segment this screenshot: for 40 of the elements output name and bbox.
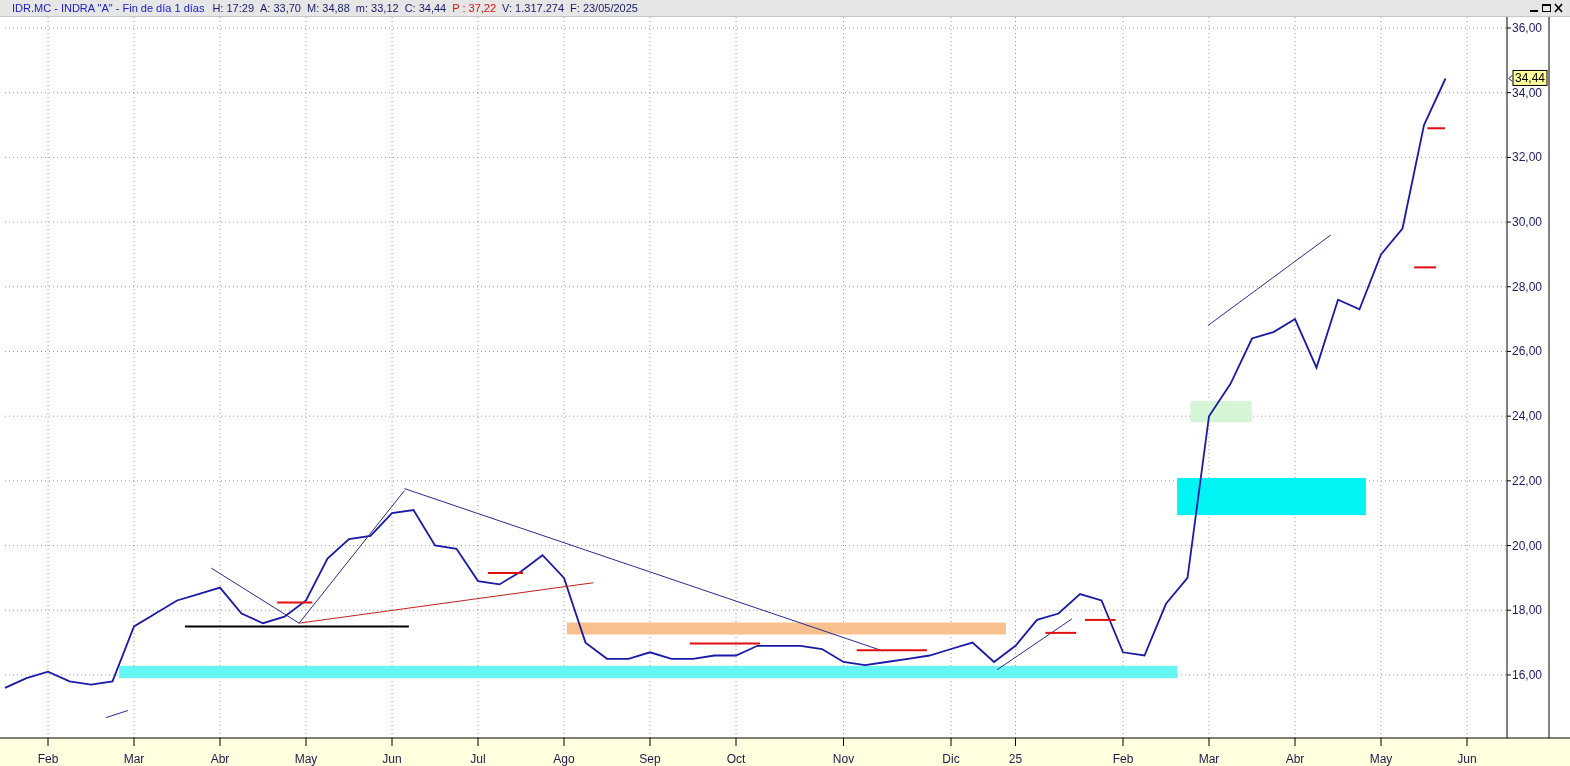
price-tick-label: 32,00 bbox=[1512, 150, 1543, 165]
quote-field: H: 17:29 bbox=[212, 2, 254, 14]
month-tick-label: Oct bbox=[726, 752, 746, 766]
month-tick-label: May bbox=[294, 752, 318, 766]
price-tick-label: 30,00 bbox=[1512, 215, 1543, 230]
month-tick-label: Jun bbox=[1457, 752, 1477, 766]
quote-field: C: 34,44 bbox=[404, 2, 447, 14]
close-icon[interactable] bbox=[1553, 3, 1564, 13]
quote-field: A: 33,70 bbox=[260, 2, 301, 14]
price-tick-label: 18,00 bbox=[1512, 603, 1543, 618]
quote-field: M: 34,88 bbox=[307, 2, 350, 14]
quote-field: V: 1.317.274 bbox=[502, 2, 565, 14]
month-tick-label: Ago bbox=[553, 752, 575, 766]
month-tick-label: 25 bbox=[1008, 752, 1023, 766]
price-tick-label: 16,00 bbox=[1512, 667, 1543, 682]
month-tick-label: May bbox=[1369, 752, 1393, 766]
month-tick-label: Mar bbox=[1198, 752, 1220, 766]
price-tick-label: 20,00 bbox=[1512, 538, 1543, 553]
month-tick-label: Feb bbox=[37, 752, 59, 766]
month-tick-label: Abr bbox=[210, 752, 230, 766]
price-tick-label: 34,00 bbox=[1512, 85, 1543, 100]
last-price-badge: 34,44 bbox=[1512, 69, 1548, 86]
month-tick-label: Feb bbox=[1112, 752, 1134, 766]
month-tick-label: Jun bbox=[382, 752, 402, 766]
month-tick-label: Sep bbox=[639, 752, 661, 766]
price-tick-label: 36,00 bbox=[1512, 21, 1543, 35]
month-tick-label: Jul bbox=[470, 752, 486, 766]
month-tick-label: Dic bbox=[942, 752, 960, 766]
quote-field: P : 37,22 bbox=[452, 2, 497, 14]
month-tick-label: Mar bbox=[123, 752, 145, 766]
price-tick-label: 28,00 bbox=[1512, 279, 1543, 294]
price-tick-label: 22,00 bbox=[1512, 473, 1543, 488]
price-tick-label: 26,00 bbox=[1512, 344, 1543, 359]
symbol-title: IDR.MC - INDRA "A" - Fin de día 1 días bbox=[12, 2, 205, 14]
maximize-icon[interactable] bbox=[1541, 3, 1552, 13]
month-tick-label: Nov bbox=[832, 752, 855, 766]
month-tick-label: Abr bbox=[1285, 752, 1305, 766]
quote-field: m: 33,12 bbox=[355, 2, 399, 14]
quote-field: F: 23/05/2025 bbox=[570, 2, 638, 14]
price-tick-label: 24,00 bbox=[1512, 409, 1543, 424]
